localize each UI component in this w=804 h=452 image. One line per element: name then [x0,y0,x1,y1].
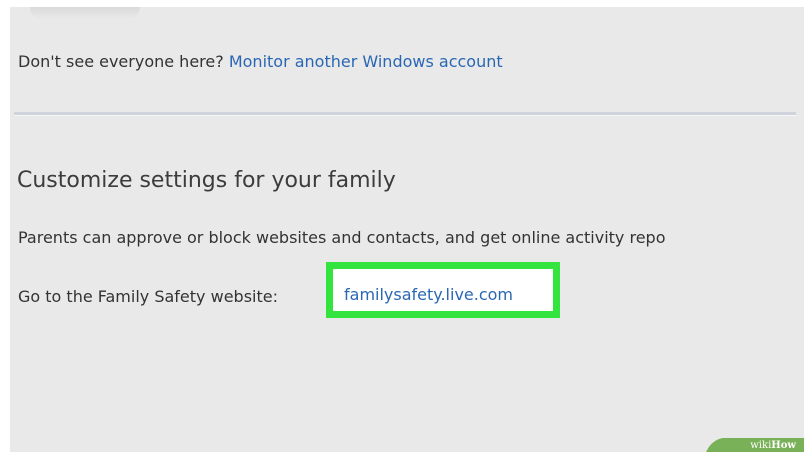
watermark-part-2: How [771,440,796,451]
monitor-another-account-link[interactable]: Monitor another Windows account [229,52,503,71]
highlighted-website-link-box: familysafety.live.com [326,262,560,318]
section-divider [14,112,796,116]
website-prompt: Go to the Family Safety website: [18,287,278,306]
watermark-part-1: wiki [750,440,772,451]
prompt-text: Don't see everyone here? [18,52,224,71]
screenshot-canvas: Don't see everyone here? Monitor another… [0,0,804,452]
section-description: Parents can approve or block websites an… [18,228,666,247]
top-control-edge [30,7,140,19]
monitor-account-prompt: Don't see everyone here? Monitor another… [18,52,503,71]
wikihow-watermark: wikiHow [750,440,796,451]
section-heading: Customize settings for your family [17,168,396,193]
family-safety-website-link[interactable]: familysafety.live.com [344,285,513,304]
